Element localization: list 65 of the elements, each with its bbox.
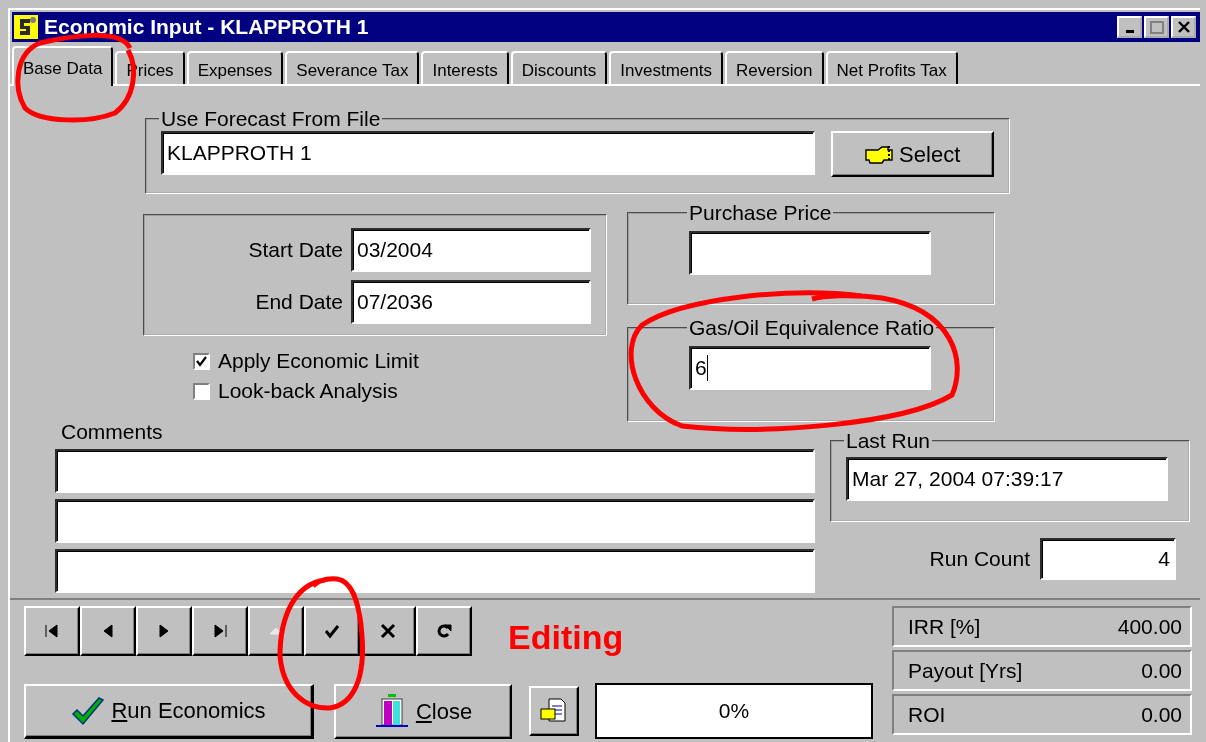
date-field[interactable]: 07/2036 [351,280,591,324]
tab[interactable]: Interests [421,51,509,84]
first-record-button[interactable] [24,606,80,656]
checkbox[interactable] [193,352,210,370]
tab[interactable]: Reversion [724,51,824,84]
tab[interactable]: Net Profits Tax [825,51,958,84]
minimize-button[interactable] [1117,16,1142,38]
comments-label: Comments [61,420,164,444]
last-record-icon [211,622,229,640]
run-count-field: 4 [1040,538,1176,580]
close-button[interactable]: Close [334,683,512,739]
last-run-field: Mar 27, 2004 07:39:17 [846,457,1168,501]
hand-icon [865,144,894,164]
next-button[interactable] [136,606,192,656]
checkmark-icon [71,695,106,726]
close-icon [1176,20,1191,34]
ratio-field[interactable]: 6 [689,346,931,390]
door-icon [373,693,410,729]
run-economics-button[interactable]: Run Economics [24,683,314,739]
first-record-icon [43,622,61,640]
tab[interactable]: Expenses [186,51,284,84]
date-label: End Date [255,289,343,316]
run-count-label: Run Count [929,546,1030,573]
checkmark-button[interactable] [304,606,360,656]
progress-bar: 0% [595,683,873,739]
refresh-icon [435,622,453,640]
checkmark-icon [323,622,341,640]
maximize-button[interactable] [1144,16,1169,38]
option-label: Apply Economic Limit [218,348,419,375]
result-value: 400.00 [1117,613,1182,640]
tab[interactable]: Base Data [12,46,114,86]
file-field[interactable]: KLAPPROTH 1 [161,131,816,175]
group-label: Gas/Oil Equivalence Ratio [688,317,936,338]
date-field[interactable]: 03/2004 [351,228,591,272]
comment-field[interactable] [55,449,815,494]
tab[interactable]: Discounts [510,51,608,84]
group-label: Purchase Price [688,202,833,223]
x-button[interactable] [360,606,416,656]
result-label: IRR [%] [908,613,981,640]
option-label: Look-back Analysis [218,378,398,405]
maximize-icon [1149,20,1164,34]
result-label: Payout [Yrs] [908,657,1023,684]
refresh-button[interactable] [416,606,472,656]
last-record-button[interactable] [192,606,248,656]
price-field[interactable] [689,231,931,275]
app-icon [14,15,38,39]
date-label: Start Date [248,237,343,264]
status-text: Editing [508,617,624,658]
group-label: Use Forecast From File [160,108,382,129]
previous-button[interactable] [80,606,136,656]
comment-field[interactable] [55,549,815,594]
close-button[interactable] [1171,16,1196,38]
tab[interactable]: Investments [609,51,723,84]
minimize-icon [1125,29,1134,33]
result-label: ROI [908,701,946,728]
print-button[interactable] [529,686,579,736]
select-button[interactable]: Select [831,131,994,177]
window-title: Economic Input - KLAPPROTH 1 [44,14,369,41]
comment-field[interactable] [55,499,815,544]
group-label: Last Run [845,430,932,451]
result-value: 0.00 [1141,657,1182,684]
checkbox[interactable] [193,382,210,400]
x-icon [379,622,397,640]
result-value: 0.00 [1141,701,1182,728]
tab[interactable]: Severance Tax [285,51,420,84]
